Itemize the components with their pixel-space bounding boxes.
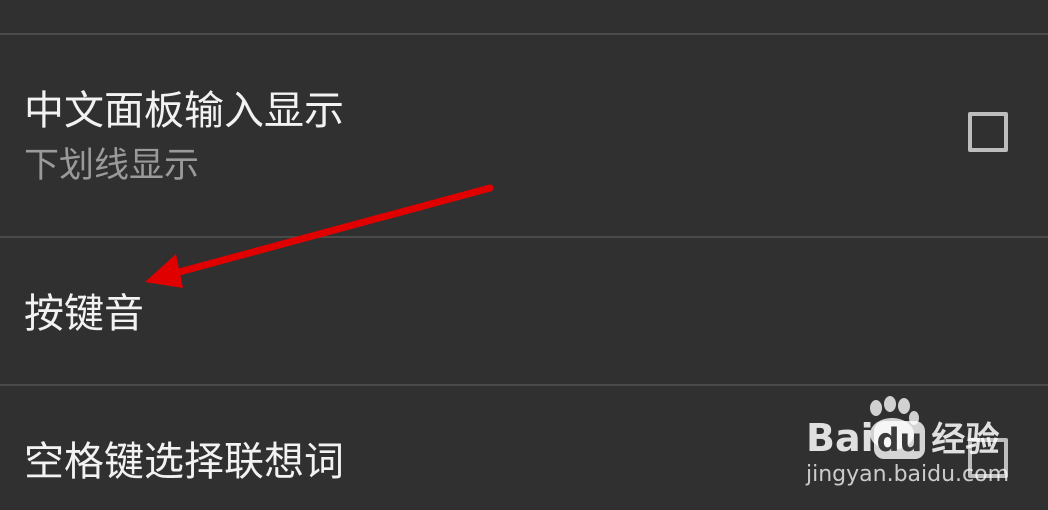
watermark-brand-left: Bai: [806, 416, 874, 460]
watermark-url: jingyan.baidu.com: [806, 462, 1010, 487]
settings-item-chinese-panel-display[interactable]: 中文面板输入显示 下划线显示: [0, 35, 1048, 236]
watermark-brand-right: du: [873, 421, 926, 459]
watermark-brand-cn: 经验: [931, 420, 1000, 460]
watermark-brand: Baidu 经验: [806, 416, 999, 462]
checkbox-unchecked-icon[interactable]: [968, 112, 1008, 152]
settings-screen: 中文面板输入显示 下划线显示 按键音 空格键选择联想词 Baidu 经验 jing…: [0, 0, 1048, 510]
settings-item-title: 按键音: [24, 291, 144, 337]
settings-item-title: 中文面板输入显示: [24, 88, 344, 134]
settings-item-key-sound[interactable]: 按键音: [0, 238, 1048, 384]
settings-item-title: 空格键选择联想词: [24, 439, 344, 485]
settings-item-summary: 下划线显示: [24, 146, 200, 186]
